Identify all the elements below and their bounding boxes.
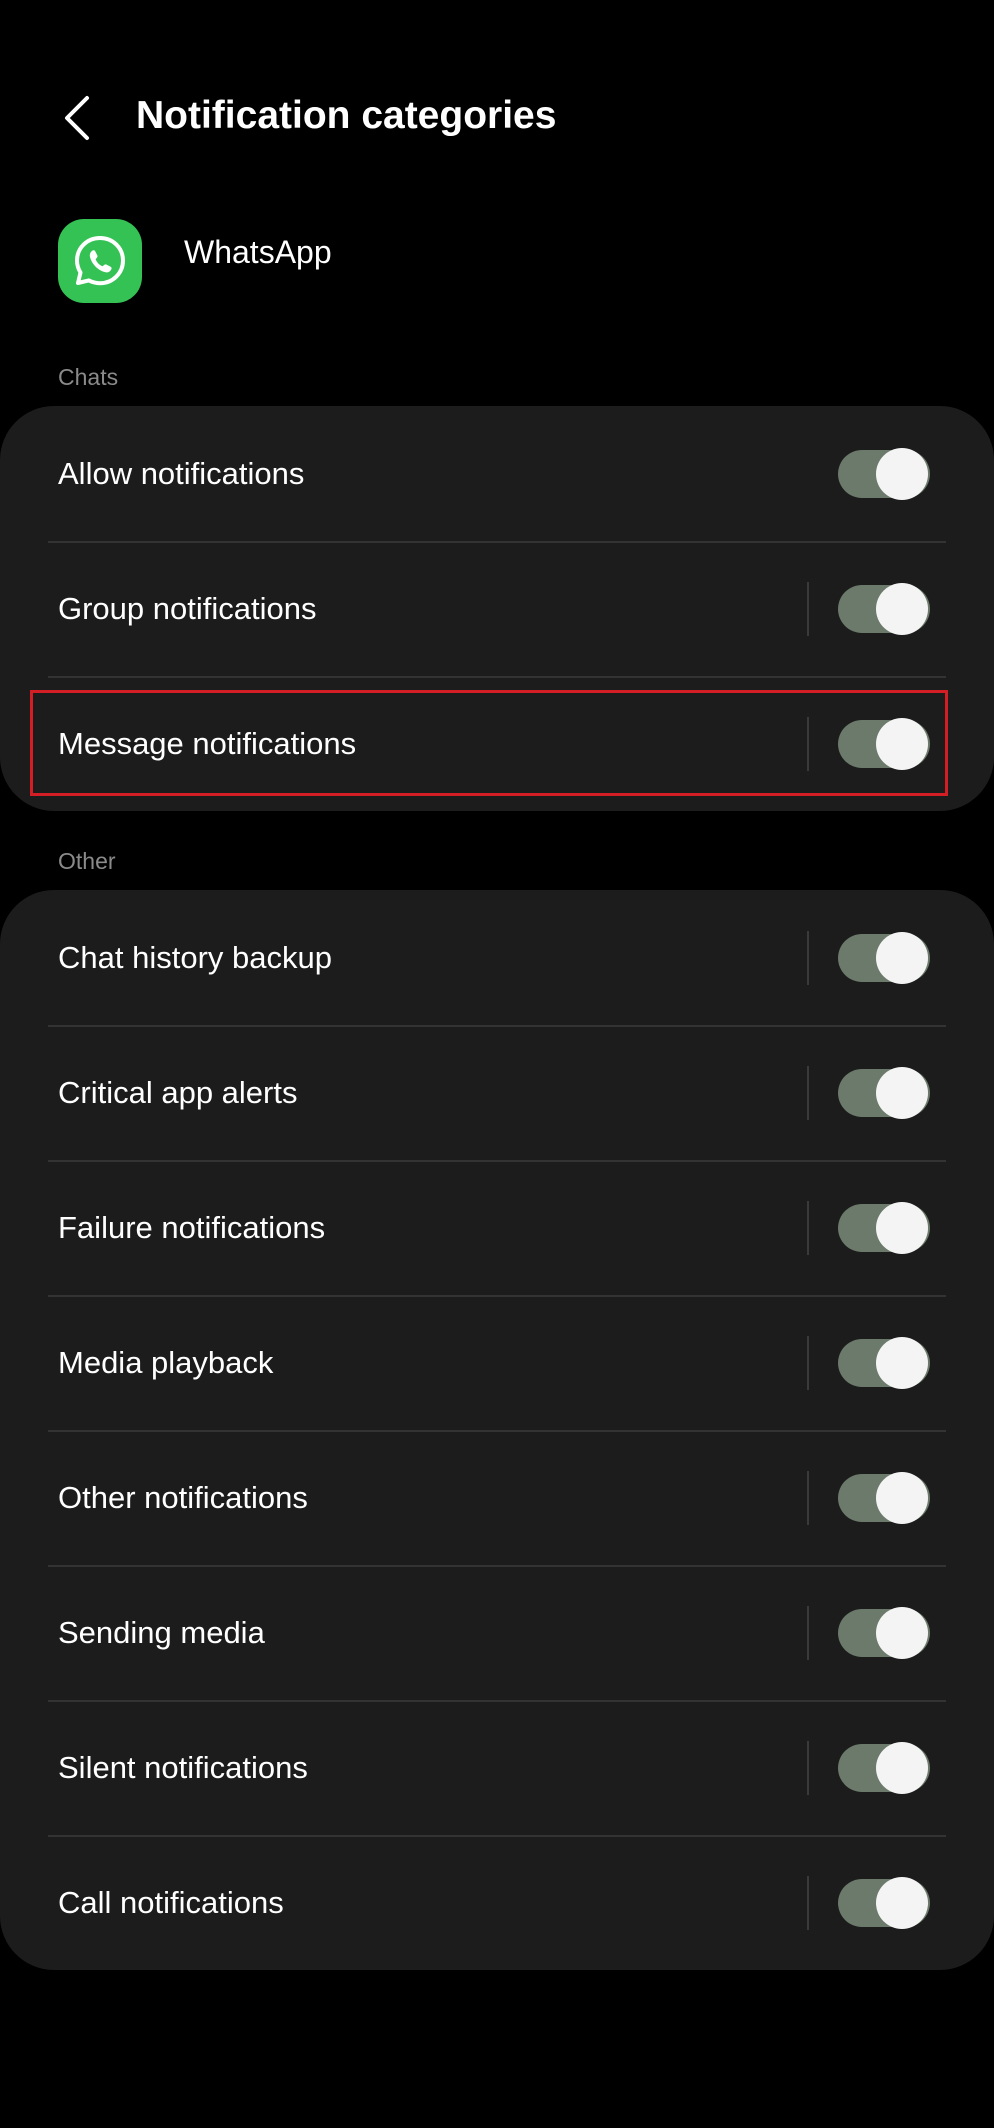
- vertical-divider: [807, 716, 809, 771]
- list-item-silent-notifications[interactable]: Silent notifications: [0, 1700, 994, 1835]
- page-title: Notification categories: [136, 94, 557, 137]
- failure-notifications-toggle[interactable]: [838, 1201, 930, 1254]
- section-label-chats: Chats: [58, 364, 119, 390]
- list-item-media-playback[interactable]: Media playback: [0, 1295, 994, 1430]
- vertical-divider: [807, 1740, 809, 1795]
- app-info: WhatsApp: [58, 218, 332, 304]
- list-item-group-notifications[interactable]: Group notifications: [0, 541, 994, 676]
- row-label: Message notifications: [58, 725, 357, 761]
- row-label: Sending media: [58, 1614, 265, 1650]
- row-label: Call notifications: [58, 1884, 284, 1920]
- allow-notifications-toggle[interactable]: [838, 447, 930, 500]
- row-label: Media playback: [58, 1344, 274, 1380]
- message-notifications-toggle[interactable]: [838, 717, 930, 770]
- list-item-other-notifications[interactable]: Other notifications: [0, 1430, 994, 1565]
- sending-media-toggle[interactable]: [838, 1606, 930, 1659]
- chevron-left-icon: [65, 96, 89, 140]
- toggle-knob: [876, 1741, 928, 1794]
- vertical-divider: [807, 930, 809, 985]
- toggle-knob: [876, 447, 928, 500]
- group-notifications-toggle[interactable]: [838, 582, 930, 635]
- row-label: Other notifications: [58, 1479, 308, 1515]
- other-notifications-toggle[interactable]: [838, 1471, 930, 1524]
- toggle-knob: [876, 1876, 928, 1929]
- header: Notification categories WhatsApp: [0, 0, 994, 303]
- toggle-knob: [876, 1066, 928, 1119]
- toggle-knob: [876, 582, 928, 635]
- critical-app-alerts-toggle[interactable]: [838, 1066, 930, 1119]
- list-item-call-notifications[interactable]: Call notifications: [0, 1835, 994, 1970]
- app-name: WhatsApp: [184, 234, 332, 270]
- chat-history-backup-toggle[interactable]: [838, 931, 930, 984]
- vertical-divider: [807, 1875, 809, 1930]
- whatsapp-logo-icon: [58, 219, 142, 303]
- row-label: Group notifications: [58, 590, 317, 626]
- list-item-failure-notifications[interactable]: Failure notifications: [0, 1160, 994, 1295]
- toggle-knob: [876, 1201, 928, 1254]
- toggle-knob: [876, 717, 928, 770]
- call-notifications-toggle[interactable]: [838, 1876, 930, 1929]
- row-label: Failure notifications: [58, 1209, 326, 1245]
- row-label: Allow notifications: [58, 455, 305, 491]
- vertical-divider: [807, 1335, 809, 1390]
- vertical-divider: [807, 1605, 809, 1660]
- chats-card: Allow notifications Group notifications …: [0, 406, 994, 811]
- vertical-divider: [807, 1200, 809, 1255]
- media-playback-toggle[interactable]: [838, 1336, 930, 1389]
- list-item-critical-app-alerts[interactable]: Critical app alerts: [0, 1025, 994, 1160]
- toggle-knob: [876, 1471, 928, 1524]
- silent-notifications-toggle[interactable]: [838, 1741, 930, 1794]
- row-label: Chat history backup: [58, 939, 332, 975]
- vertical-divider: [807, 581, 809, 636]
- back-button[interactable]: [52, 88, 100, 148]
- toggle-knob: [876, 1336, 928, 1389]
- vertical-divider: [807, 1065, 809, 1120]
- list-item-chat-history-backup[interactable]: Chat history backup: [0, 890, 994, 1025]
- row-label: Critical app alerts: [58, 1074, 298, 1110]
- list-item-message-notifications[interactable]: Message notifications: [0, 676, 994, 811]
- list-item-sending-media[interactable]: Sending media: [0, 1565, 994, 1700]
- vertical-divider: [807, 1470, 809, 1525]
- toggle-knob: [876, 931, 928, 984]
- toggle-knob: [876, 1606, 928, 1659]
- other-card: Chat history backup Critical app alerts …: [0, 890, 994, 1970]
- list-item-allow-notifications[interactable]: Allow notifications: [0, 406, 994, 541]
- row-label: Silent notifications: [58, 1749, 308, 1785]
- section-label-other: Other: [58, 848, 116, 874]
